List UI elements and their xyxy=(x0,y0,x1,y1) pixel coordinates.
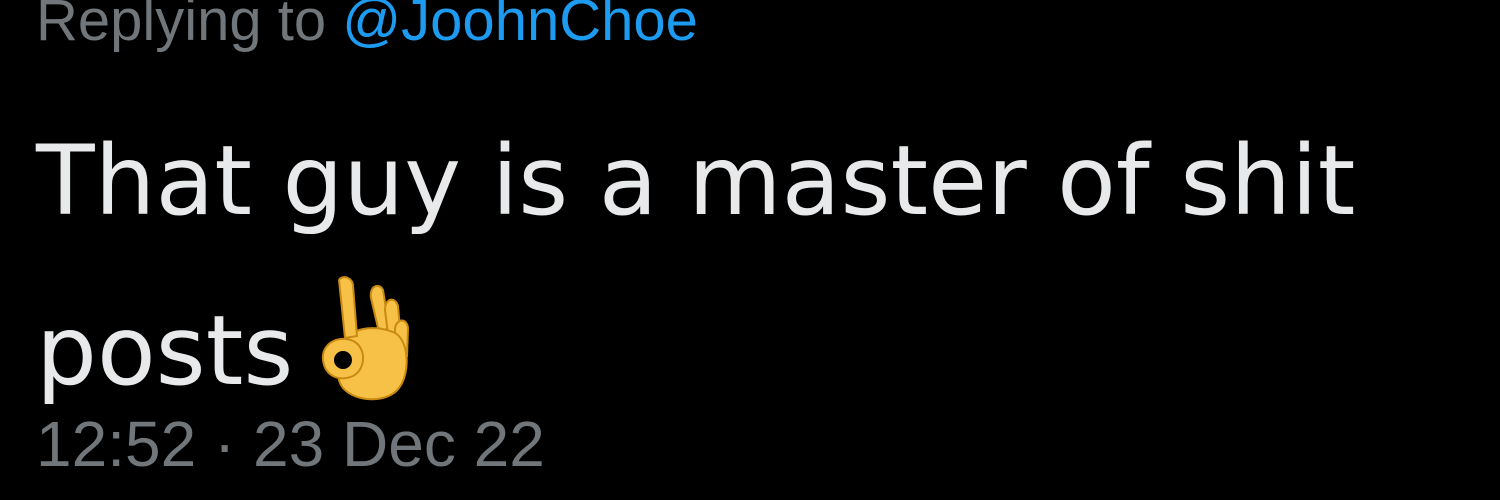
tweet-timestamp[interactable]: 12:52 · 23 Dec 22 xyxy=(36,404,545,484)
reply-handle-link[interactable]: @JoohnChoe xyxy=(342,0,698,53)
ok-hand-emoji-icon xyxy=(322,276,410,401)
tweet-text: That guy is a master of shit posts xyxy=(36,96,1466,436)
tweet-text-line-1: That guy is a master of shit xyxy=(36,125,1356,237)
replying-to-label: Replying to xyxy=(36,0,327,53)
tweet-date: 23 Dec 22 xyxy=(253,408,545,480)
tweet-time: 12:52 xyxy=(36,408,197,480)
tweet-text-line-2-text: posts xyxy=(36,295,294,407)
replying-to-line: Replying to @JoohnChoe xyxy=(36,0,698,56)
timestamp-separator: · xyxy=(213,408,236,480)
